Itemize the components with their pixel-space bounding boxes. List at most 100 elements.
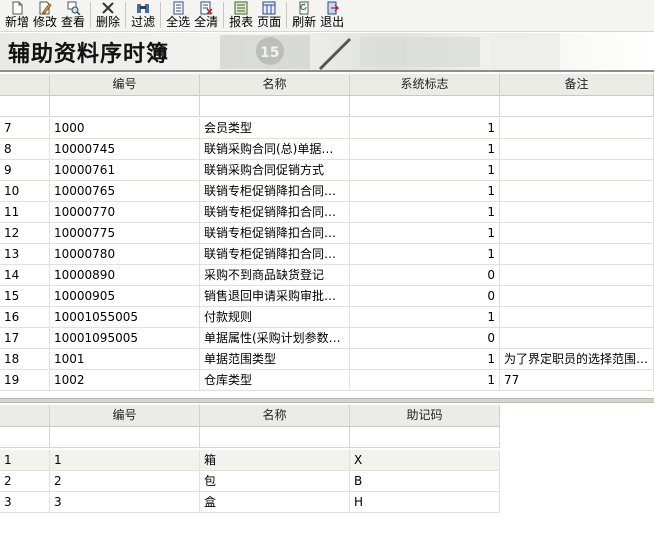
column-header-note[interactable]: 备注 (500, 74, 654, 96)
code-cell: 1 (50, 450, 200, 471)
select-all-button[interactable]: 全选 (164, 0, 192, 31)
table-row[interactable]: 11 10000770 联销专柜促销降扣合同分… 1 (0, 202, 654, 223)
top-grid-header: 编号 名称 系统标志 备注 (0, 74, 654, 96)
name-cell: 采购不到商品缺货登记 (200, 265, 350, 286)
code-cell: 1002 (50, 370, 200, 391)
view-button[interactable]: 查看 (59, 0, 87, 31)
row-index: 11 (0, 202, 50, 223)
column-header-index[interactable] (0, 74, 50, 96)
table-row[interactable]: 7 1000 会员类型 1 (0, 118, 654, 139)
filter-button-label: 过滤 (131, 15, 156, 29)
table-row[interactable]: 18 1001 单据范围类型 1 为了界定职员的选择范围… (0, 349, 654, 370)
report-button[interactable]: 报表 (227, 0, 255, 31)
edit-button-label: 修改 (33, 15, 58, 29)
flag-cell: 1 (350, 139, 500, 160)
filter-input-name[interactable] (200, 427, 350, 447)
table-row[interactable]: 10 10000765 联销专柜促销降扣合同分… 1 (0, 181, 654, 202)
table-row[interactable]: 17 10001095005 单据属性(采购计划参数… 0 (0, 328, 654, 349)
column-header-index[interactable] (0, 405, 50, 427)
table-row[interactable]: 9 10000761 联销采购合同促销方式 1 (0, 160, 654, 181)
name-cell: 包 (200, 471, 350, 492)
exit-icon (327, 1, 340, 15)
note-cell (500, 244, 654, 265)
flag-cell: 1 (350, 223, 500, 244)
filter-input-code[interactable] (50, 96, 200, 116)
filter-input-note[interactable] (500, 96, 654, 116)
column-header-system-flag[interactable]: 系统标志 (350, 74, 500, 96)
row-index: 17 (0, 328, 50, 349)
grid-splitter[interactable] (0, 398, 654, 403)
note-cell (500, 307, 654, 328)
row-index: 7 (0, 118, 50, 139)
table-row[interactable]: 15 10000905 销售退回申请采购审批意见 0 (0, 286, 654, 307)
new-file-icon (12, 1, 23, 15)
row-index: 12 (0, 223, 50, 244)
flag-cell: 1 (350, 244, 500, 265)
edit-button[interactable]: 修改 (31, 0, 59, 31)
column-header-code[interactable]: 编号 (50, 74, 200, 96)
note-cell (500, 223, 654, 244)
svg-text:15: 15 (260, 45, 279, 61)
top-grid-body: 7 1000 会员类型 1 8 10000745 联销采购合同(总)单据属性 1… (0, 118, 654, 398)
table-row[interactable]: 16 10001055005 付款规则 1 (0, 307, 654, 328)
name-cell: 联销采购合同促销方式 (200, 160, 350, 181)
table-row[interactable]: 13 10000780 联销专柜促销降扣合同单… 1 (0, 244, 654, 265)
table-row[interactable]: 1 1 箱 X (0, 450, 500, 471)
row-index: 19 (0, 370, 50, 391)
toolbar-separator (125, 2, 127, 28)
filter-cell-index (0, 96, 50, 116)
table-row[interactable]: 3 3 盒 H (0, 492, 500, 513)
edit-icon (39, 1, 52, 15)
table-row[interactable]: 8 10000745 联销采购合同(总)单据属性 1 (0, 139, 654, 160)
code-cell: 10000905 (50, 286, 200, 307)
toolbar-separator (160, 2, 162, 28)
exit-button[interactable]: 退出 (318, 0, 346, 31)
flag-cell: 1 (350, 370, 500, 391)
code-cell: 1000 (50, 118, 200, 139)
column-header-code[interactable]: 编号 (50, 405, 200, 427)
filter-input-code[interactable] (50, 427, 200, 447)
table-row[interactable]: 19 1002 仓库类型 1 77 (0, 370, 654, 391)
note-cell (500, 181, 654, 202)
name-cell: 联销专柜促销降扣合同分… (200, 202, 350, 223)
clear-all-button[interactable]: 全清 (192, 0, 220, 31)
table-row[interactable]: 14 10000890 采购不到商品缺货登记 0 (0, 265, 654, 286)
delete-button[interactable]: 删除 (94, 0, 122, 31)
clear-all-button-label: 全清 (194, 15, 219, 29)
row-index: 8 (0, 139, 50, 160)
bottom-grid-body: 1 1 箱 X 2 2 包 B 3 3 盒 H (0, 450, 500, 513)
note-cell (500, 118, 654, 139)
code-cell: 3 (50, 492, 200, 513)
page-button[interactable]: 页面 (255, 0, 283, 31)
row-index: 18 (0, 349, 50, 370)
column-header-name[interactable]: 名称 (200, 74, 350, 96)
filter-cell-index (0, 427, 50, 447)
toolbar: 新增 修改 查看 删除 过滤 全选 全清 报表 页面 刷新 退出 (0, 0, 654, 32)
name-cell: 会员类型 (200, 118, 350, 139)
flag-cell: 1 (350, 181, 500, 202)
note-cell (500, 202, 654, 223)
column-header-name[interactable]: 名称 (200, 405, 350, 427)
top-grid-filter-row (0, 96, 654, 117)
filter-input-name[interactable] (200, 96, 350, 116)
filter-input-mnemonic[interactable] (350, 427, 500, 447)
note-cell (500, 328, 654, 349)
name-cell: 联销采购合同(总)单据属性 (200, 139, 350, 160)
filter-button[interactable]: 过滤 (129, 0, 157, 31)
clear-all-icon (200, 1, 213, 15)
flag-cell: 0 (350, 286, 500, 307)
note-cell (500, 286, 654, 307)
column-header-mnemonic[interactable]: 助记码 (350, 405, 500, 427)
note-cell: 为了界定职员的选择范围… (500, 349, 654, 370)
table-row[interactable]: 12 10000775 联销专柜促销降扣合同单… 1 (0, 223, 654, 244)
view-icon (67, 1, 81, 15)
new-button[interactable]: 新增 (3, 0, 31, 31)
name-cell: 联销专柜促销降扣合同分… (200, 181, 350, 202)
select-all-button-label: 全选 (166, 15, 191, 29)
refresh-button[interactable]: 刷新 (290, 0, 318, 31)
filter-icon (137, 4, 150, 13)
delete-button-label: 删除 (96, 15, 121, 29)
filter-input-system-flag[interactable] (350, 96, 500, 116)
note-cell: 77 (500, 370, 654, 391)
table-row[interactable]: 2 2 包 B (0, 471, 500, 492)
